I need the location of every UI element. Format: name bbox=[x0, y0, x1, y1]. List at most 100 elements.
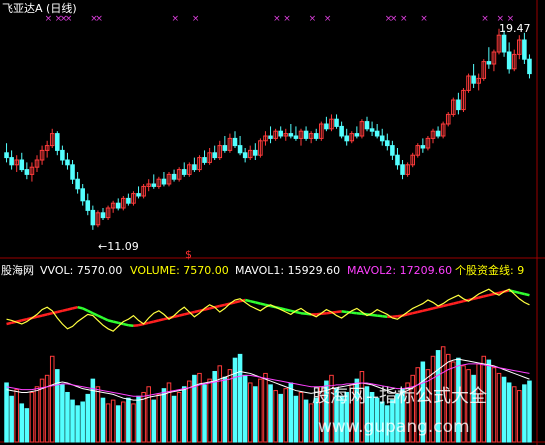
candle-body bbox=[136, 193, 141, 197]
volume-bar bbox=[4, 382, 9, 443]
volume-bar bbox=[151, 399, 157, 443]
fund-line-segment bbox=[123, 322, 129, 327]
volume-bar bbox=[171, 395, 177, 443]
fund-line-segment bbox=[285, 308, 292, 313]
fund-line-segment bbox=[173, 314, 180, 319]
signal-x-marker: × bbox=[324, 14, 332, 24]
candle-body bbox=[242, 152, 248, 159]
fund-line-segment bbox=[133, 323, 139, 328]
candle-body bbox=[268, 135, 273, 139]
candle-body bbox=[506, 51, 512, 70]
fund-line-segment bbox=[36, 314, 43, 319]
fund-line-segment bbox=[427, 307, 434, 311]
candle-body bbox=[151, 183, 157, 187]
candle-body bbox=[527, 58, 532, 75]
volume-bar bbox=[85, 393, 91, 443]
legend-volume: VOLUME: 7570.00 bbox=[130, 264, 229, 277]
candle-body bbox=[222, 145, 228, 151]
fund-line-segment bbox=[422, 308, 429, 313]
candle-body bbox=[339, 125, 344, 137]
candle-body bbox=[60, 149, 65, 161]
candle-body bbox=[435, 130, 441, 137]
volume-bar bbox=[115, 405, 121, 443]
volume-bar bbox=[19, 403, 25, 443]
volume-bar bbox=[9, 395, 14, 443]
volume-bar bbox=[527, 380, 532, 443]
fund-line-segment bbox=[412, 310, 419, 315]
candle-body bbox=[126, 197, 131, 204]
volume-bar bbox=[278, 393, 283, 443]
fund-line-segment bbox=[488, 292, 495, 297]
fund-line-segment bbox=[260, 302, 266, 307]
watermark-title: 股海网--指标公式大全 bbox=[312, 386, 487, 407]
fund-line-segment bbox=[178, 313, 185, 317]
volume-bar bbox=[237, 353, 243, 443]
legend-mavol2: MAVOL2: 17209.60 bbox=[347, 264, 452, 277]
fund-line-segment bbox=[513, 290, 520, 295]
fund-line-segment bbox=[407, 311, 413, 316]
volume-bar bbox=[70, 399, 75, 443]
volume-bar bbox=[232, 357, 238, 443]
fund-line-segment bbox=[46, 311, 53, 316]
fund-line-segment bbox=[234, 299, 241, 304]
candle-body bbox=[9, 157, 14, 166]
fund-line-segment bbox=[62, 308, 68, 313]
fund-line-segment bbox=[153, 319, 160, 323]
volume-bar bbox=[126, 397, 131, 443]
fund-line-segment bbox=[194, 309, 200, 314]
candle-body bbox=[70, 164, 75, 180]
candle-body bbox=[85, 200, 91, 211]
candle-body bbox=[4, 152, 9, 159]
candle-body bbox=[374, 130, 380, 137]
fund-line-segment bbox=[458, 299, 464, 304]
candle-body bbox=[161, 178, 167, 185]
fund-line-segment bbox=[112, 320, 119, 325]
volume-bar bbox=[268, 384, 273, 443]
volume-bar bbox=[100, 397, 106, 443]
fund-line-segment bbox=[519, 291, 525, 296]
volume-bar bbox=[506, 382, 512, 443]
candle-body bbox=[385, 140, 390, 147]
candle-body bbox=[202, 157, 207, 163]
legend-mavol1: MAVOL1: 15929.60 bbox=[235, 264, 340, 277]
legend-site: 股海网 bbox=[1, 263, 34, 277]
volume-bar bbox=[161, 388, 167, 443]
volume-bar bbox=[522, 384, 527, 443]
fund-line-segment bbox=[377, 314, 383, 318]
volume-bar bbox=[80, 401, 85, 443]
watermark-url: www.gupang.com bbox=[318, 417, 470, 437]
candle-body bbox=[90, 209, 96, 226]
volume-bar bbox=[222, 376, 228, 443]
signal-x-marker: × bbox=[481, 14, 489, 24]
signal-x-marker: × bbox=[172, 14, 180, 24]
candle-body bbox=[80, 188, 85, 202]
signal-x-marker: × bbox=[390, 14, 398, 24]
fund-line-segment bbox=[6, 321, 12, 326]
candle-body bbox=[400, 164, 405, 175]
signal-x-marker: × bbox=[309, 14, 317, 24]
stock-chart[interactable]: × ××× ×× × × × × × × ×× × × × × × 飞亚达A (日线) 19.47 ←11.… bbox=[0, 0, 545, 445]
fund-line-segment bbox=[107, 319, 114, 323]
candle-body bbox=[100, 212, 106, 219]
candle-body bbox=[486, 61, 492, 65]
fund-line-segment bbox=[382, 314, 388, 319]
fund-line-segment bbox=[16, 319, 23, 323]
fund-line-segment bbox=[67, 307, 73, 311]
fund-line-segment bbox=[326, 311, 332, 315]
fund-line-segment bbox=[478, 295, 485, 299]
signal-x-marker: × bbox=[95, 14, 103, 24]
signal-marker-dollar: $ bbox=[185, 248, 192, 261]
fund-line-segment bbox=[72, 305, 78, 310]
signal-x-marker: × bbox=[400, 14, 408, 24]
fund-line-segment bbox=[417, 309, 424, 314]
candle-body bbox=[65, 159, 70, 166]
candle-body bbox=[390, 145, 395, 156]
fund-line-segment bbox=[244, 298, 251, 303]
candle-body bbox=[324, 123, 329, 130]
fund-line-segment bbox=[442, 303, 449, 308]
volume-bar bbox=[288, 382, 294, 443]
fund-line-segment bbox=[483, 293, 490, 298]
volume-bar bbox=[65, 391, 70, 443]
candle-body bbox=[232, 137, 238, 147]
candle-body bbox=[288, 133, 294, 137]
